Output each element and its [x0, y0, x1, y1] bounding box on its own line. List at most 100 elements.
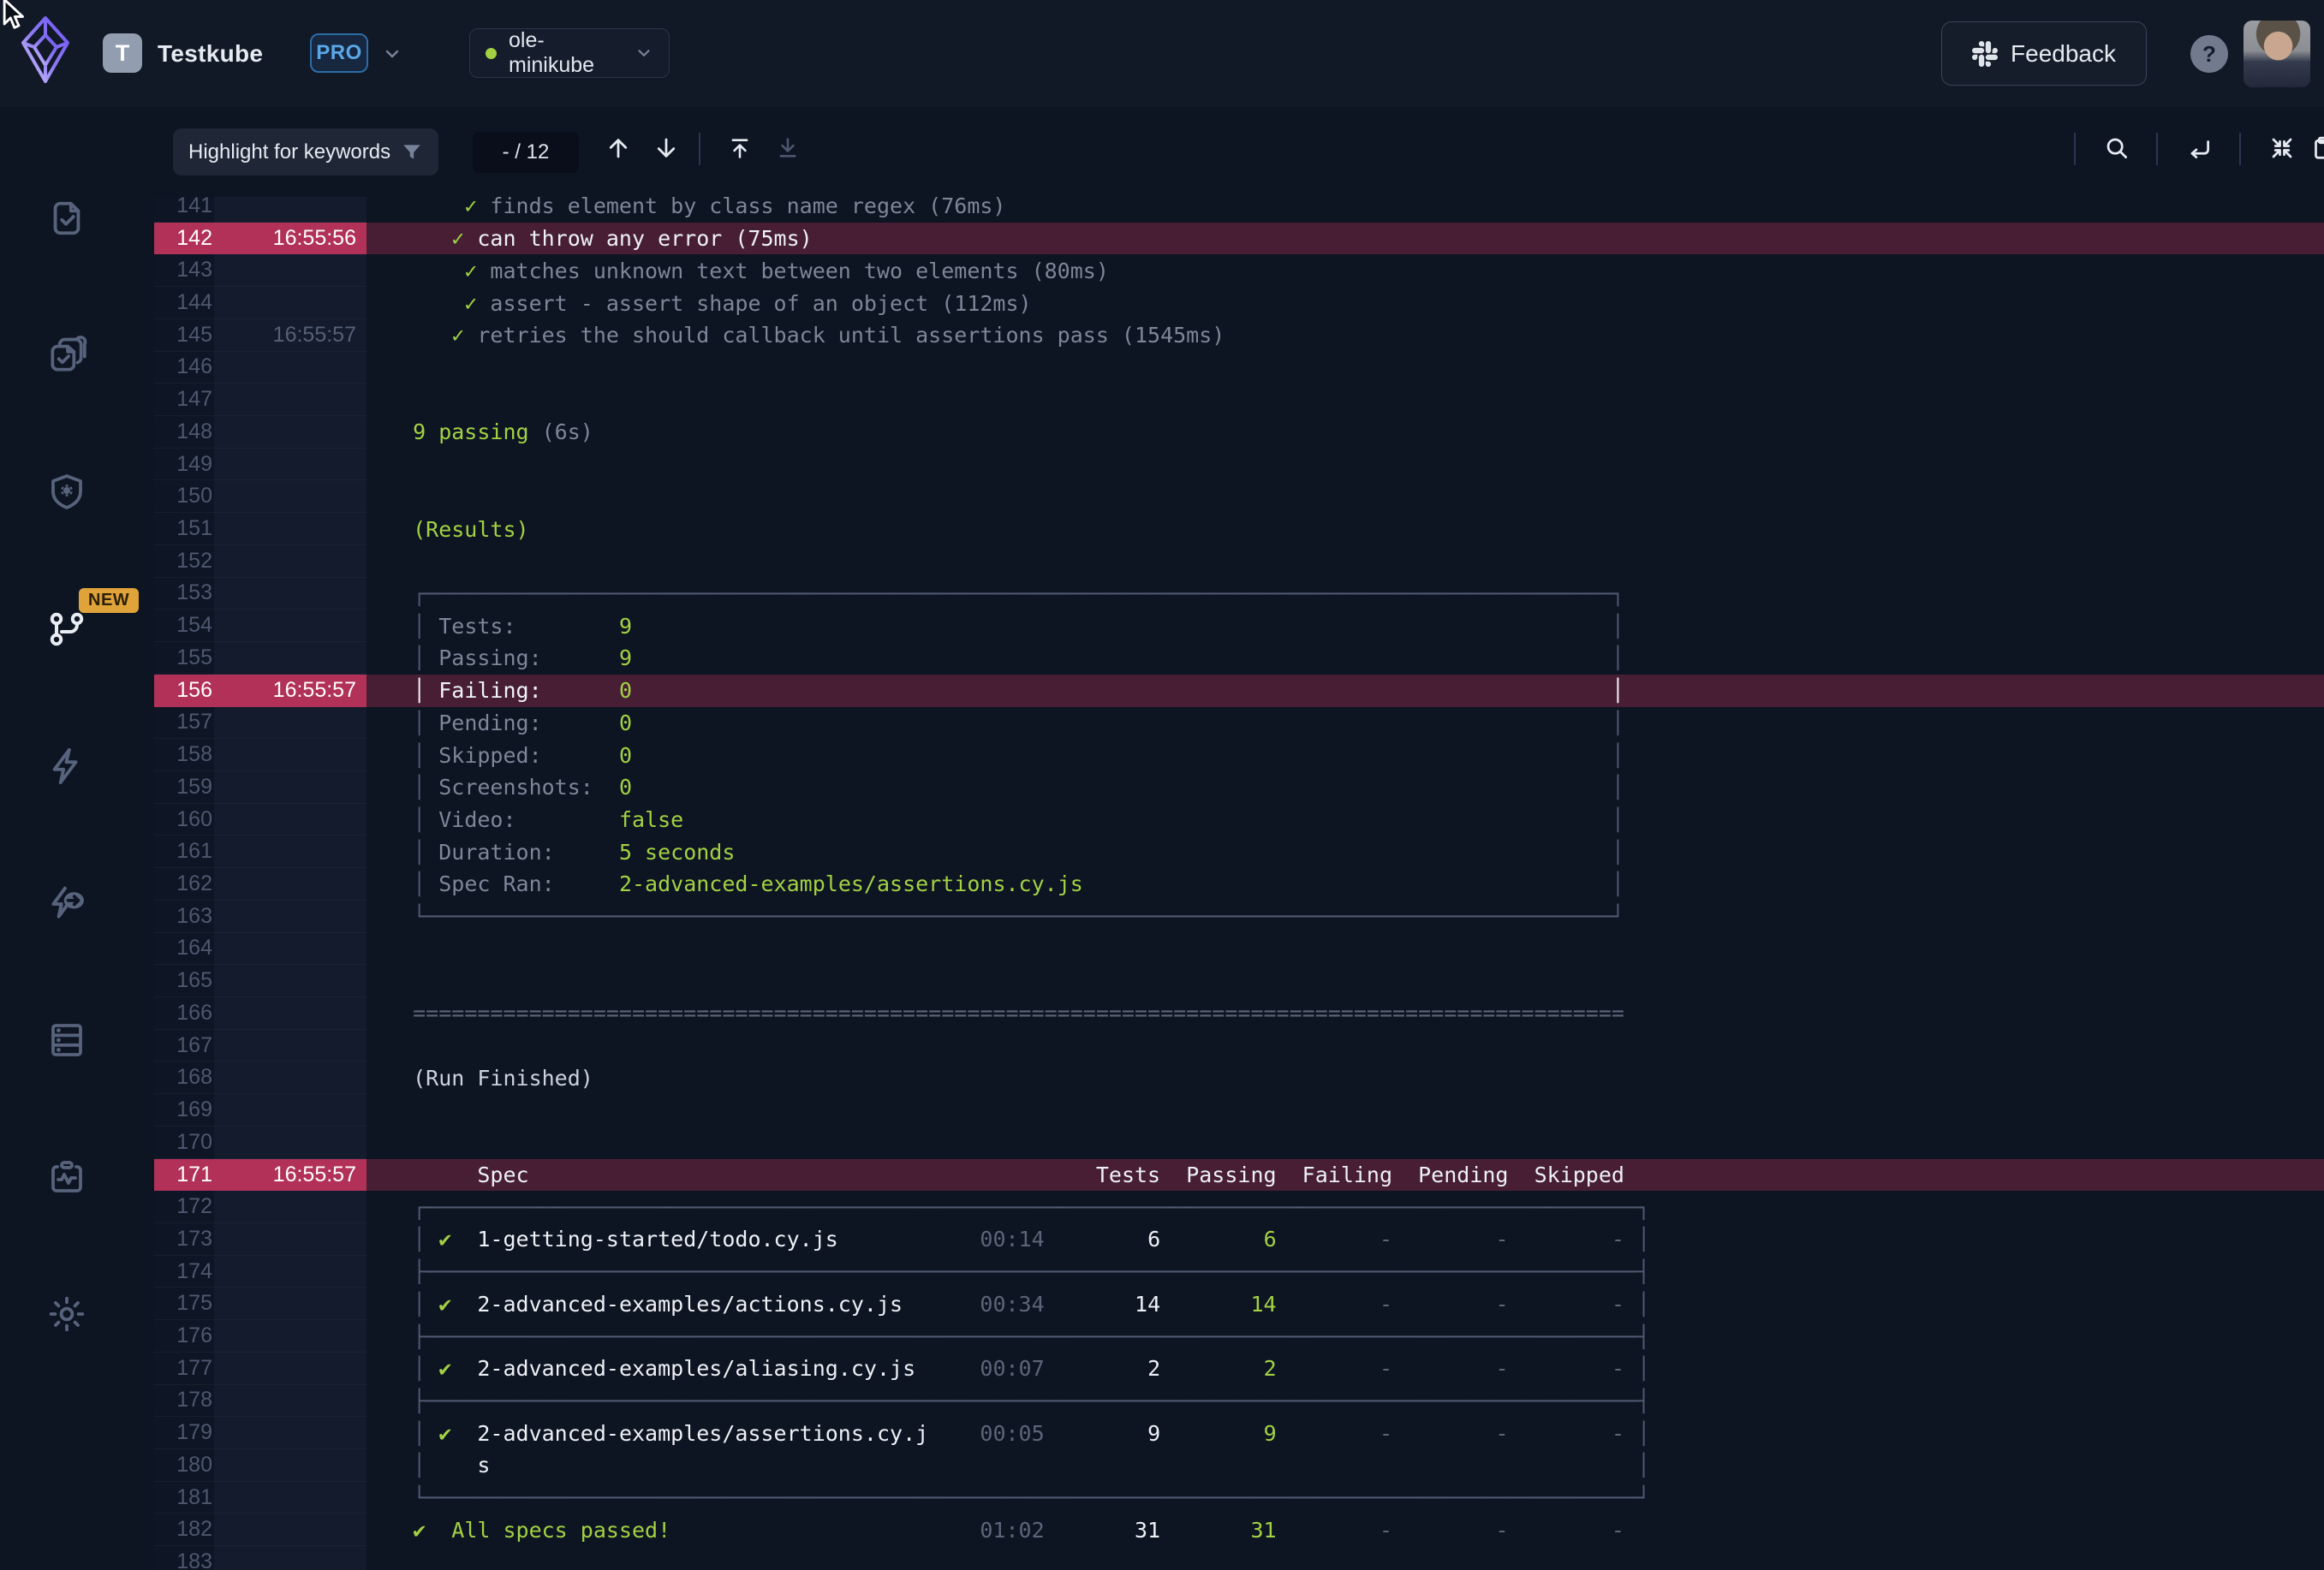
log-row[interactable]: 161 │ Duration: 5 seconds │ [154, 836, 2324, 868]
log-row[interactable]: 167 [154, 1030, 2324, 1062]
sidebar-item-executors[interactable] [43, 468, 91, 516]
log-row[interactable]: 163 └───────────────────────────────────… [154, 901, 2324, 933]
log-row[interactable]: 143 ✓ matches unknown text between two e… [154, 254, 2324, 287]
sidebar-item-tests[interactable] [43, 194, 91, 242]
line-number[interactable]: 173 [154, 1223, 214, 1256]
log-row[interactable]: 14216:55:56 ✓ can throw any error (75ms) [154, 223, 2324, 255]
help-button[interactable]: ? [2190, 35, 2228, 73]
line-number[interactable]: 157 [154, 707, 214, 740]
log-row[interactable]: 159 │ Screenshots: 0 │ [154, 771, 2324, 804]
line-number[interactable]: 167 [154, 1030, 214, 1062]
line-number[interactable]: 161 [154, 836, 214, 868]
line-number[interactable]: 156 [154, 675, 214, 707]
line-number[interactable]: 150 [154, 480, 214, 513]
line-number[interactable]: 166 [154, 997, 214, 1030]
log-row[interactable]: 151 (Results) [154, 513, 2324, 545]
log-row[interactable]: 157 │ Pending: 0 │ [154, 707, 2324, 740]
search-button[interactable] [2098, 129, 2136, 167]
log-row[interactable]: 146 [154, 352, 2324, 384]
line-number[interactable]: 160 [154, 804, 214, 836]
line-number[interactable]: 171 [154, 1159, 214, 1192]
line-number[interactable]: 155 [154, 642, 214, 675]
line-number[interactable]: 145 [154, 319, 214, 352]
log-row[interactable]: 172 ┌───────────────────────────────────… [154, 1191, 2324, 1223]
line-number[interactable]: 149 [154, 449, 214, 481]
log-row[interactable]: 176 ├───────────────────────────────────… [154, 1320, 2324, 1353]
log-row[interactable]: 158 │ Skipped: 0 │ [154, 739, 2324, 771]
log-row[interactable]: 149 [154, 449, 2324, 481]
copy-log-button[interactable] [2303, 129, 2324, 167]
line-number[interactable]: 151 [154, 513, 214, 545]
user-avatar[interactable] [2244, 21, 2310, 87]
line-number[interactable]: 154 [154, 610, 214, 642]
line-number[interactable]: 144 [154, 287, 214, 319]
line-number[interactable]: 158 [154, 739, 214, 771]
sidebar-item-status-pages[interactable] [43, 1153, 91, 1201]
line-number[interactable]: 180 [154, 1449, 214, 1482]
line-number[interactable]: 174 [154, 1256, 214, 1288]
log-row[interactable]: 168 (Run Finished) [154, 1062, 2324, 1094]
log-row[interactable]: 162 │ Spec Ran: 2-advanced-examples/asse… [154, 868, 2324, 901]
log-row[interactable]: 147 [154, 384, 2324, 416]
line-number[interactable]: 142 [154, 223, 214, 255]
sidebar-item-triggers[interactable] [43, 742, 91, 790]
line-number[interactable]: 181 [154, 1482, 214, 1514]
next-match-button[interactable] [647, 129, 685, 167]
line-number[interactable]: 148 [154, 416, 214, 449]
collapse-view-button[interactable] [2263, 129, 2301, 167]
log-row[interactable]: 160 │ Video: false │ [154, 804, 2324, 836]
line-number[interactable]: 172 [154, 1191, 214, 1223]
line-number[interactable]: 169 [154, 1094, 214, 1127]
wrap-lines-button[interactable] [2180, 129, 2218, 167]
log-row[interactable]: 164 [154, 933, 2324, 966]
log-row[interactable]: 165 [154, 965, 2324, 997]
line-number[interactable]: 159 [154, 771, 214, 804]
log-row[interactable]: 174 ├───────────────────────────────────… [154, 1256, 2324, 1288]
log-row[interactable]: 178 ├───────────────────────────────────… [154, 1385, 2324, 1418]
line-number[interactable]: 165 [154, 965, 214, 997]
log-row[interactable]: 150 [154, 480, 2324, 513]
log-row[interactable]: 181 └───────────────────────────────────… [154, 1482, 2324, 1514]
sidebar-item-test-suites[interactable] [43, 331, 91, 379]
line-number[interactable]: 179 [154, 1417, 214, 1449]
environment-selector[interactable]: ole-minikube [469, 28, 670, 78]
sidebar-item-sources[interactable] [43, 1016, 91, 1064]
line-number[interactable]: 146 [154, 352, 214, 384]
scroll-to-top-button[interactable] [721, 129, 759, 167]
previous-match-button[interactable] [599, 129, 637, 167]
log-row[interactable]: 183 [154, 1546, 2324, 1570]
log-row[interactable]: 182 ✔ All specs passed! 01:02 31 31 - - … [154, 1514, 2324, 1546]
log-row[interactable]: 14516:55:57 ✓ retries the should callbac… [154, 319, 2324, 352]
log-row[interactable]: 154 │ Tests: 9 │ [154, 610, 2324, 642]
feedback-button[interactable]: Feedback [1941, 21, 2147, 86]
line-number[interactable]: 147 [154, 384, 214, 416]
line-number[interactable]: 143 [154, 254, 214, 287]
line-number[interactable]: 152 [154, 545, 214, 578]
log-row[interactable]: 152 [154, 545, 2324, 578]
org-chevron-down-icon[interactable] [382, 44, 402, 64]
sidebar-item-settings[interactable] [43, 1290, 91, 1338]
log-row[interactable]: 177 │ ✔ 2-advanced-examples/aliasing.cy.… [154, 1353, 2324, 1385]
log-row[interactable]: 17116:55:57 Spec Tests Passing Failing P… [154, 1159, 2324, 1192]
log-row[interactable]: 15616:55:57 │ Failing: 0 │ [154, 675, 2324, 707]
line-number[interactable]: 163 [154, 901, 214, 933]
line-number[interactable]: 182 [154, 1514, 214, 1546]
match-counter[interactable]: - / 12 [473, 132, 579, 173]
log-row[interactable]: 180 │ s │ [154, 1449, 2324, 1482]
line-number[interactable]: 168 [154, 1062, 214, 1094]
log-row[interactable]: 148 9 passing (6s) [154, 416, 2324, 449]
line-number[interactable]: 164 [154, 933, 214, 966]
line-number[interactable]: 175 [154, 1288, 214, 1320]
line-number[interactable]: 170 [154, 1127, 214, 1159]
sidebar-item-webhooks[interactable] [43, 879, 91, 927]
log-row[interactable]: 173 │ ✔ 1-getting-started/todo.cy.js 00:… [154, 1223, 2324, 1256]
log-row[interactable]: 153 ┌───────────────────────────────────… [154, 578, 2324, 610]
line-number[interactable]: 177 [154, 1353, 214, 1385]
keyword-highlight-filter[interactable]: Highlight for keywords [173, 128, 438, 175]
log-row[interactable]: 169 [154, 1094, 2324, 1127]
log-row[interactable]: 155 │ Passing: 9 │ [154, 642, 2324, 675]
log-row[interactable]: 175 │ ✔ 2-advanced-examples/actions.cy.j… [154, 1288, 2324, 1320]
line-number[interactable]: 162 [154, 868, 214, 901]
log-row[interactable]: 166 ====================================… [154, 997, 2324, 1030]
log-row[interactable]: 179 │ ✔ 2-advanced-examples/assertions.c… [154, 1417, 2324, 1449]
